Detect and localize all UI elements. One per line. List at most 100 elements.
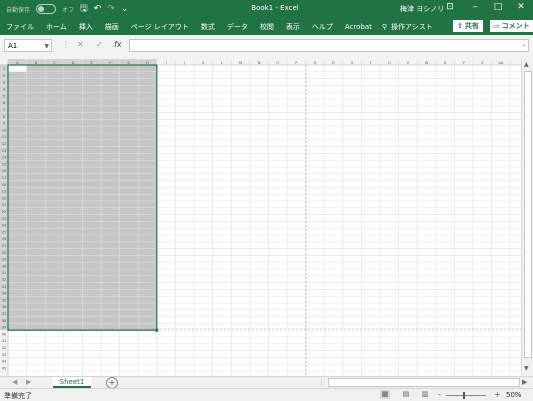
next-sheet-icon[interactable]: ▶: [26, 378, 31, 386]
insert-function-button[interactable]: fx: [114, 40, 122, 49]
name-box[interactable]: A1 ▼: [4, 39, 52, 52]
horizontal-scrollbar[interactable]: [328, 378, 520, 387]
row-header-39[interactable]: 39: [2, 326, 7, 330]
redo-icon[interactable]: ↷: [107, 4, 115, 14]
column-header-L[interactable]: L: [221, 61, 223, 65]
row-header-30[interactable]: 30: [2, 264, 7, 268]
row-header-45[interactable]: 45: [2, 366, 7, 370]
row-header-25[interactable]: 25: [2, 230, 7, 234]
row-header-41[interactable]: 41: [2, 339, 7, 343]
cell-grid[interactable]: A B C D E F G H I J K L M N O P Q R S T U V W X Y Z AA123456789101…: [0, 59, 521, 376]
row-header-23[interactable]: 23: [2, 217, 7, 221]
row-header-12[interactable]: 12: [2, 142, 7, 146]
tell-me-box[interactable]: ⚲ 操作アシスト: [378, 22, 433, 32]
row-header-26[interactable]: 26: [2, 237, 7, 241]
scroll-right-icon[interactable]: ▶: [522, 378, 527, 386]
row-header-37[interactable]: 37: [2, 312, 7, 316]
column-header-H[interactable]: H: [146, 61, 149, 65]
row-header-11[interactable]: 11: [2, 135, 7, 139]
column-header-J[interactable]: J: [183, 61, 185, 65]
row-header-24[interactable]: 24: [2, 224, 7, 228]
zoom-slider[interactable]: [446, 395, 486, 396]
column-header-I[interactable]: I: [166, 61, 167, 65]
row-header-44[interactable]: 44: [2, 360, 7, 364]
row-header-27[interactable]: 27: [2, 244, 7, 248]
row-header-43[interactable]: 43: [2, 353, 7, 357]
cancel-icon[interactable]: ✕: [77, 40, 84, 49]
zoom-out-button[interactable]: -: [438, 390, 441, 399]
tab-help[interactable]: ヘルプ: [306, 22, 339, 32]
tab-view[interactable]: 表示: [280, 22, 306, 32]
chevron-down-icon[interactable]: ▼: [44, 40, 49, 53]
column-header-M[interactable]: M: [239, 61, 242, 65]
column-header-W[interactable]: W: [425, 61, 429, 65]
row-header-32[interactable]: 32: [2, 278, 7, 282]
comments-button[interactable]: ▭ コメント: [490, 20, 533, 32]
column-header-AA[interactable]: AA: [498, 61, 504, 65]
expand-formula-icon[interactable]: ⌄: [521, 41, 526, 48]
row-header-19[interactable]: 19: [2, 190, 7, 194]
zoom-slider-thumb[interactable]: [463, 392, 465, 399]
row-header-21[interactable]: 21: [2, 203, 7, 207]
page-break-view-icon[interactable]: ▥: [420, 390, 430, 399]
ribbon-display-icon[interactable]: ⊡: [443, 2, 457, 12]
zoom-level[interactable]: 50%: [506, 391, 522, 399]
column-header-F[interactable]: F: [109, 61, 111, 65]
row-header-34[interactable]: 34: [2, 292, 7, 296]
tab-home[interactable]: ホーム: [40, 22, 73, 32]
column-header-Q[interactable]: Q: [313, 61, 316, 65]
row-header-28[interactable]: 28: [2, 251, 7, 255]
row-header-14[interactable]: 14: [2, 156, 7, 160]
row-header-13[interactable]: 13: [2, 149, 7, 153]
tab-data[interactable]: データ: [221, 22, 254, 32]
column-header-O[interactable]: O: [276, 61, 279, 65]
row-header-29[interactable]: 29: [2, 258, 7, 262]
column-header-U[interactable]: U: [388, 61, 391, 65]
tab-page-layout[interactable]: ページ レイアウト: [125, 22, 195, 32]
row-header-17[interactable]: 17: [2, 176, 7, 180]
scroll-down-icon[interactable]: ▼: [524, 365, 529, 372]
row-header-16[interactable]: 16: [2, 169, 7, 173]
row-header-5[interactable]: 5: [3, 94, 5, 98]
row-header-2[interactable]: 2: [3, 74, 5, 78]
row-header-42[interactable]: 42: [2, 346, 7, 350]
maximize-icon[interactable]: □: [491, 2, 505, 12]
row-header-31[interactable]: 31: [2, 271, 7, 275]
formula-input[interactable]: ⌄: [129, 39, 529, 52]
row-header-3[interactable]: 3: [3, 81, 5, 85]
zoom-in-button[interactable]: +: [494, 390, 501, 399]
more-options-icon[interactable]: ⋮: [318, 378, 325, 386]
user-name[interactable]: 梅津 ヨシノリ: [400, 4, 444, 14]
row-header-15[interactable]: 15: [2, 162, 7, 166]
close-icon[interactable]: ✕: [514, 2, 528, 12]
column-header-N[interactable]: N: [258, 61, 261, 65]
vertical-scroll-thumb[interactable]: [524, 71, 532, 358]
row-header-38[interactable]: 38: [2, 319, 7, 323]
vertical-scrollbar[interactable]: ▲ ▼: [521, 59, 533, 376]
scroll-up-icon[interactable]: ▲: [524, 61, 529, 68]
row-header-36[interactable]: 36: [2, 305, 7, 309]
row-header-18[interactable]: 18: [2, 183, 7, 187]
page-layout-view-icon[interactable]: ▤: [401, 390, 411, 399]
row-header-1[interactable]: 1: [3, 67, 5, 71]
row-header-33[interactable]: 33: [2, 285, 7, 289]
normal-view-icon[interactable]: ▦: [380, 390, 390, 399]
row-header-7[interactable]: 7: [3, 108, 5, 112]
worksheet-grid[interactable]: A B C D E F G H I J K L M N O P Q R S T U V W X Y Z AA 1 2 3 4 5 6 7 8 9 10 1…: [0, 59, 521, 376]
row-header-20[interactable]: 20: [2, 196, 7, 200]
column-header-G[interactable]: G: [128, 61, 131, 65]
row-header-35[interactable]: 35: [2, 298, 7, 302]
prev-sheet-icon[interactable]: ◀: [12, 378, 17, 386]
tab-insert[interactable]: 挿入: [73, 22, 99, 32]
row-header-40[interactable]: 40: [2, 332, 7, 336]
tab-file[interactable]: ファイル: [0, 22, 40, 32]
row-header-10[interactable]: 10: [2, 128, 7, 132]
column-header-D[interactable]: D: [72, 61, 75, 65]
tab-acrobat[interactable]: Acrobat: [339, 23, 378, 31]
fill-handle[interactable]: [155, 328, 159, 332]
sheet-tab-sheet1[interactable]: Sheet1: [53, 377, 91, 388]
share-button[interactable]: ⇪ 共有: [453, 20, 483, 32]
tab-review[interactable]: 校閲: [254, 22, 280, 32]
enter-icon[interactable]: ✓: [96, 40, 103, 49]
active-cell[interactable]: [8, 65, 27, 72]
